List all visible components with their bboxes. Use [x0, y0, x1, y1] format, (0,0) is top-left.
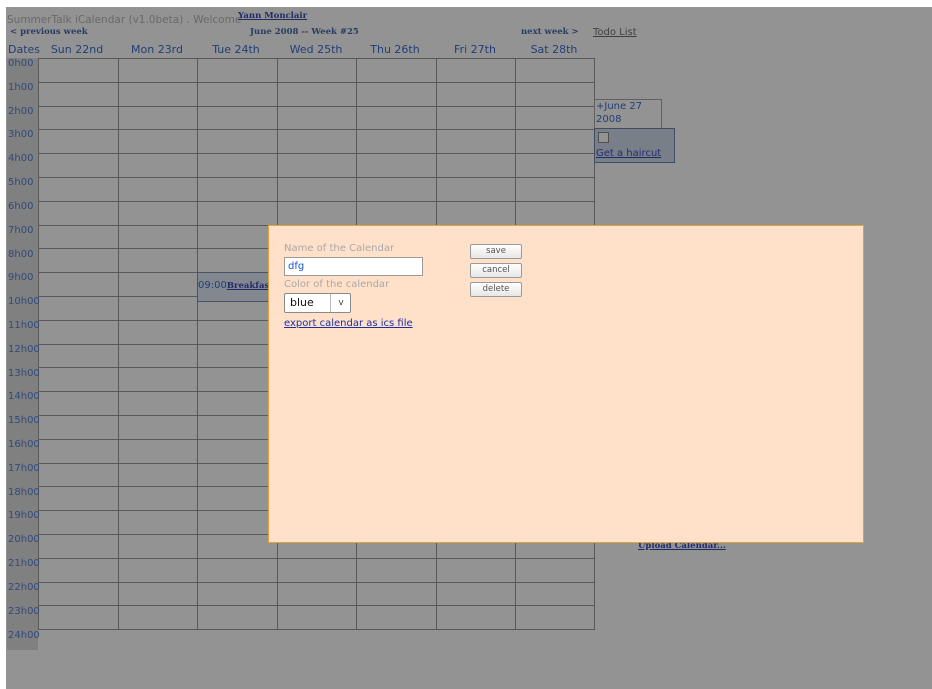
calendar-color-label: Color of the calendar — [284, 279, 390, 290]
chevron-down-icon: v — [330, 294, 351, 312]
edit-calendar-dialog: Name of the Calendar Color of the calend… — [268, 225, 864, 543]
calendar-app: SummerTalk iCalendar (v1.0beta) . Welcom… — [0, 0, 932, 689]
delete-button[interactable]: delete — [470, 282, 522, 297]
calendar-name-input[interactable] — [284, 257, 423, 276]
cancel-button[interactable]: cancel — [470, 263, 522, 278]
calendar-name-label: Name of the Calendar — [284, 243, 395, 254]
export-ics-link[interactable]: export calendar as ics file — [284, 318, 413, 329]
calendar-color-value: blue — [290, 296, 314, 309]
save-button[interactable]: save — [470, 244, 522, 259]
calendar-color-select[interactable]: blue v — [284, 293, 351, 313]
